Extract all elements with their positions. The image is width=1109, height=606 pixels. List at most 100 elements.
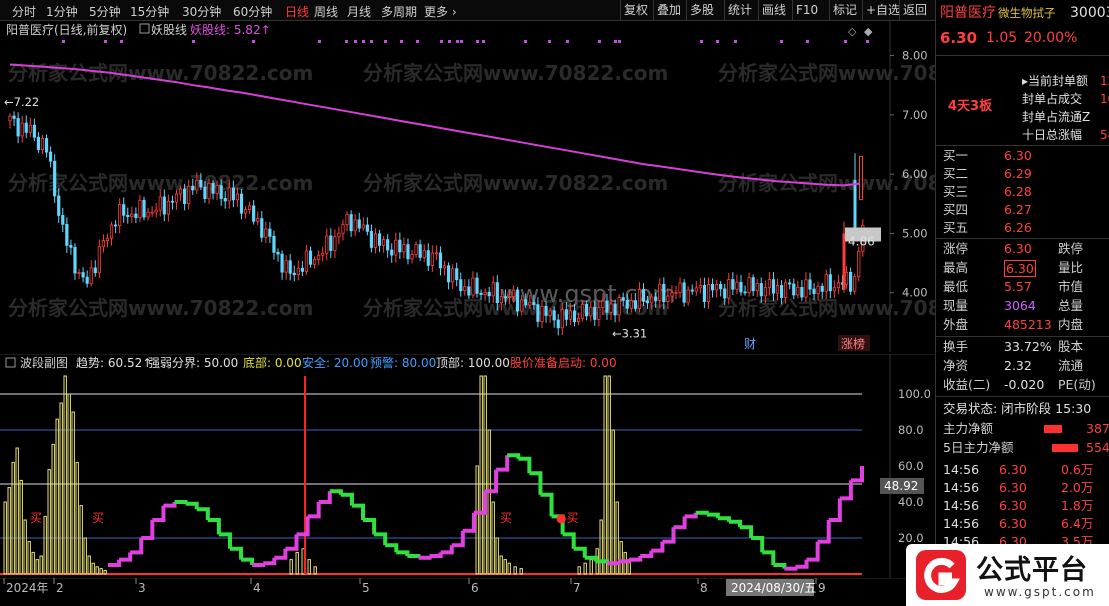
diamond-marker: ◆ xyxy=(864,25,873,38)
period-tab-10[interactable]: 更多 › xyxy=(424,3,457,20)
subchart-legend-5: 顶部: 100.00 xyxy=(436,355,510,370)
period-tab-1[interactable]: 1分钟 xyxy=(46,3,78,20)
chart-title: 阳普医疗(日线,前复权) xyxy=(6,22,127,37)
volume-bar xyxy=(15,447,19,575)
buy-signal-2: 买 xyxy=(500,511,512,525)
trend-step xyxy=(562,532,576,549)
period-tab-2[interactable]: 5分钟 xyxy=(89,3,121,20)
candle-body xyxy=(345,214,349,226)
bid-row[interactable]: 买一 6.30 xyxy=(936,147,1109,165)
toolbar-button-0[interactable]: 复权 xyxy=(620,0,651,20)
candle-body xyxy=(568,310,573,320)
concept-tag[interactable]: 微生物拭子 xyxy=(998,4,1056,22)
candle-body xyxy=(386,239,390,251)
stat2-right-label: 股本 xyxy=(1058,339,1084,354)
signal-dot xyxy=(370,40,373,43)
candle-body xyxy=(727,279,731,299)
tick-volume: 6.4万 xyxy=(1061,516,1094,531)
candle-body xyxy=(572,310,577,323)
candle-body xyxy=(207,182,211,200)
candle-body xyxy=(755,283,759,292)
candle-body xyxy=(321,252,325,256)
stat2-value: -0.020 xyxy=(1004,377,1045,392)
period-tab-3[interactable]: 15分钟 xyxy=(130,3,169,20)
candle-body xyxy=(812,288,816,294)
trend-step xyxy=(207,518,221,535)
candle-body xyxy=(832,287,836,292)
price-change: 1.05 xyxy=(986,30,1018,46)
period-tab-5[interactable]: 60分钟 xyxy=(233,3,272,20)
stat2-value: 2.32 xyxy=(1004,358,1032,373)
stat-value: 3064 xyxy=(1004,298,1036,313)
period-tab-4[interactable]: 30分钟 xyxy=(182,3,221,20)
tick-row: 14:56 6.30 2.0万 xyxy=(936,479,1109,497)
seal-row: 封单占流通Z xyxy=(936,108,1109,126)
candle-body xyxy=(621,297,625,301)
candle-body xyxy=(329,235,333,251)
tick-time: 14:56 xyxy=(943,516,980,531)
candle-body xyxy=(654,296,658,301)
volume-bar xyxy=(35,559,39,575)
period-tab-9[interactable]: 多周期 xyxy=(381,3,417,20)
candle-body xyxy=(763,287,767,297)
subchart-legend-1: 强弱分界: 50.00 xyxy=(148,356,238,370)
bid-price: 6.26 xyxy=(1004,220,1032,235)
period-tab-7[interactable]: 周线 xyxy=(314,3,338,20)
candle-body xyxy=(816,285,820,294)
volume-bar xyxy=(71,411,75,575)
bid-row[interactable]: 买四 6.27 xyxy=(936,201,1109,219)
candle-body xyxy=(20,122,24,137)
signal-dot xyxy=(780,40,783,43)
candle-body xyxy=(434,252,438,255)
candle-body xyxy=(641,289,646,302)
candle-body xyxy=(406,244,410,260)
bid-row[interactable]: 买三 6.28 xyxy=(936,183,1109,201)
volume-bar xyxy=(83,537,87,575)
toolbar-button-7[interactable]: +自选 xyxy=(862,0,903,20)
current-value: 48.92 xyxy=(884,479,918,493)
stat2-row: 净资 2.32 流通 xyxy=(936,357,1109,375)
x-tick-label: 8 xyxy=(700,581,708,595)
candle-body xyxy=(215,185,219,194)
toolbar-button-2[interactable]: 多股 xyxy=(686,0,717,20)
candle-body xyxy=(174,193,179,203)
period-tab-6[interactable]: 日线 xyxy=(285,3,309,20)
candle-body xyxy=(808,279,812,290)
toolbar-button-4[interactable]: 画线 xyxy=(758,0,789,20)
toolbar-button-8[interactable]: 返回 xyxy=(899,0,930,20)
seal-label: 十日总涨幅 xyxy=(1022,128,1083,142)
bid-row[interactable]: 买五 6.26 xyxy=(936,219,1109,237)
trend-step xyxy=(773,563,787,569)
trend-step xyxy=(340,492,354,506)
candlestick-chart[interactable]: 分析家公式网www.70822.com 分析家公式网www.70822.com 分析… xyxy=(0,20,935,352)
volume-bar xyxy=(503,559,507,575)
candle-body xyxy=(585,303,589,317)
candle-body xyxy=(516,289,520,312)
stat-label: 涨停 xyxy=(943,241,969,256)
candle-body xyxy=(842,233,846,290)
seal-row: 封单占成交 10 xyxy=(936,90,1109,108)
toolbar-button-1[interactable]: 叠加 xyxy=(653,0,684,20)
candle-body xyxy=(369,230,374,248)
tick-price: 6.30 xyxy=(999,516,1027,531)
candle-body xyxy=(784,282,788,298)
candle-body xyxy=(219,185,223,199)
candle-body xyxy=(276,251,280,255)
candle-body xyxy=(613,303,617,316)
candle-body xyxy=(775,285,780,294)
stat2-row: 收益(二) -0.020 PE(动) xyxy=(936,376,1109,394)
candle-body xyxy=(390,249,394,256)
stat-label: 外盘 xyxy=(943,317,969,332)
toolbar-button-3[interactable]: 统计 xyxy=(724,0,755,20)
candle-body xyxy=(824,274,828,292)
period-tab-0[interactable]: 分时 xyxy=(12,3,36,20)
bid-row[interactable]: 买二 6.29 xyxy=(936,165,1109,183)
band-subchart[interactable]: 波段副图 趋势: 60.52↑强弱分界: 50.00 底部: 0.00 安全: 20.… xyxy=(0,354,935,578)
candle-body xyxy=(187,185,191,205)
stat-value: 6.30 xyxy=(1004,260,1036,277)
period-tab-8[interactable]: 月线 xyxy=(347,3,371,20)
candle-body xyxy=(767,279,771,289)
toolbar-button-6[interactable]: 标记 xyxy=(829,0,860,20)
candle-body xyxy=(735,281,739,290)
toolbar-button-5[interactable]: F10 xyxy=(792,0,821,20)
